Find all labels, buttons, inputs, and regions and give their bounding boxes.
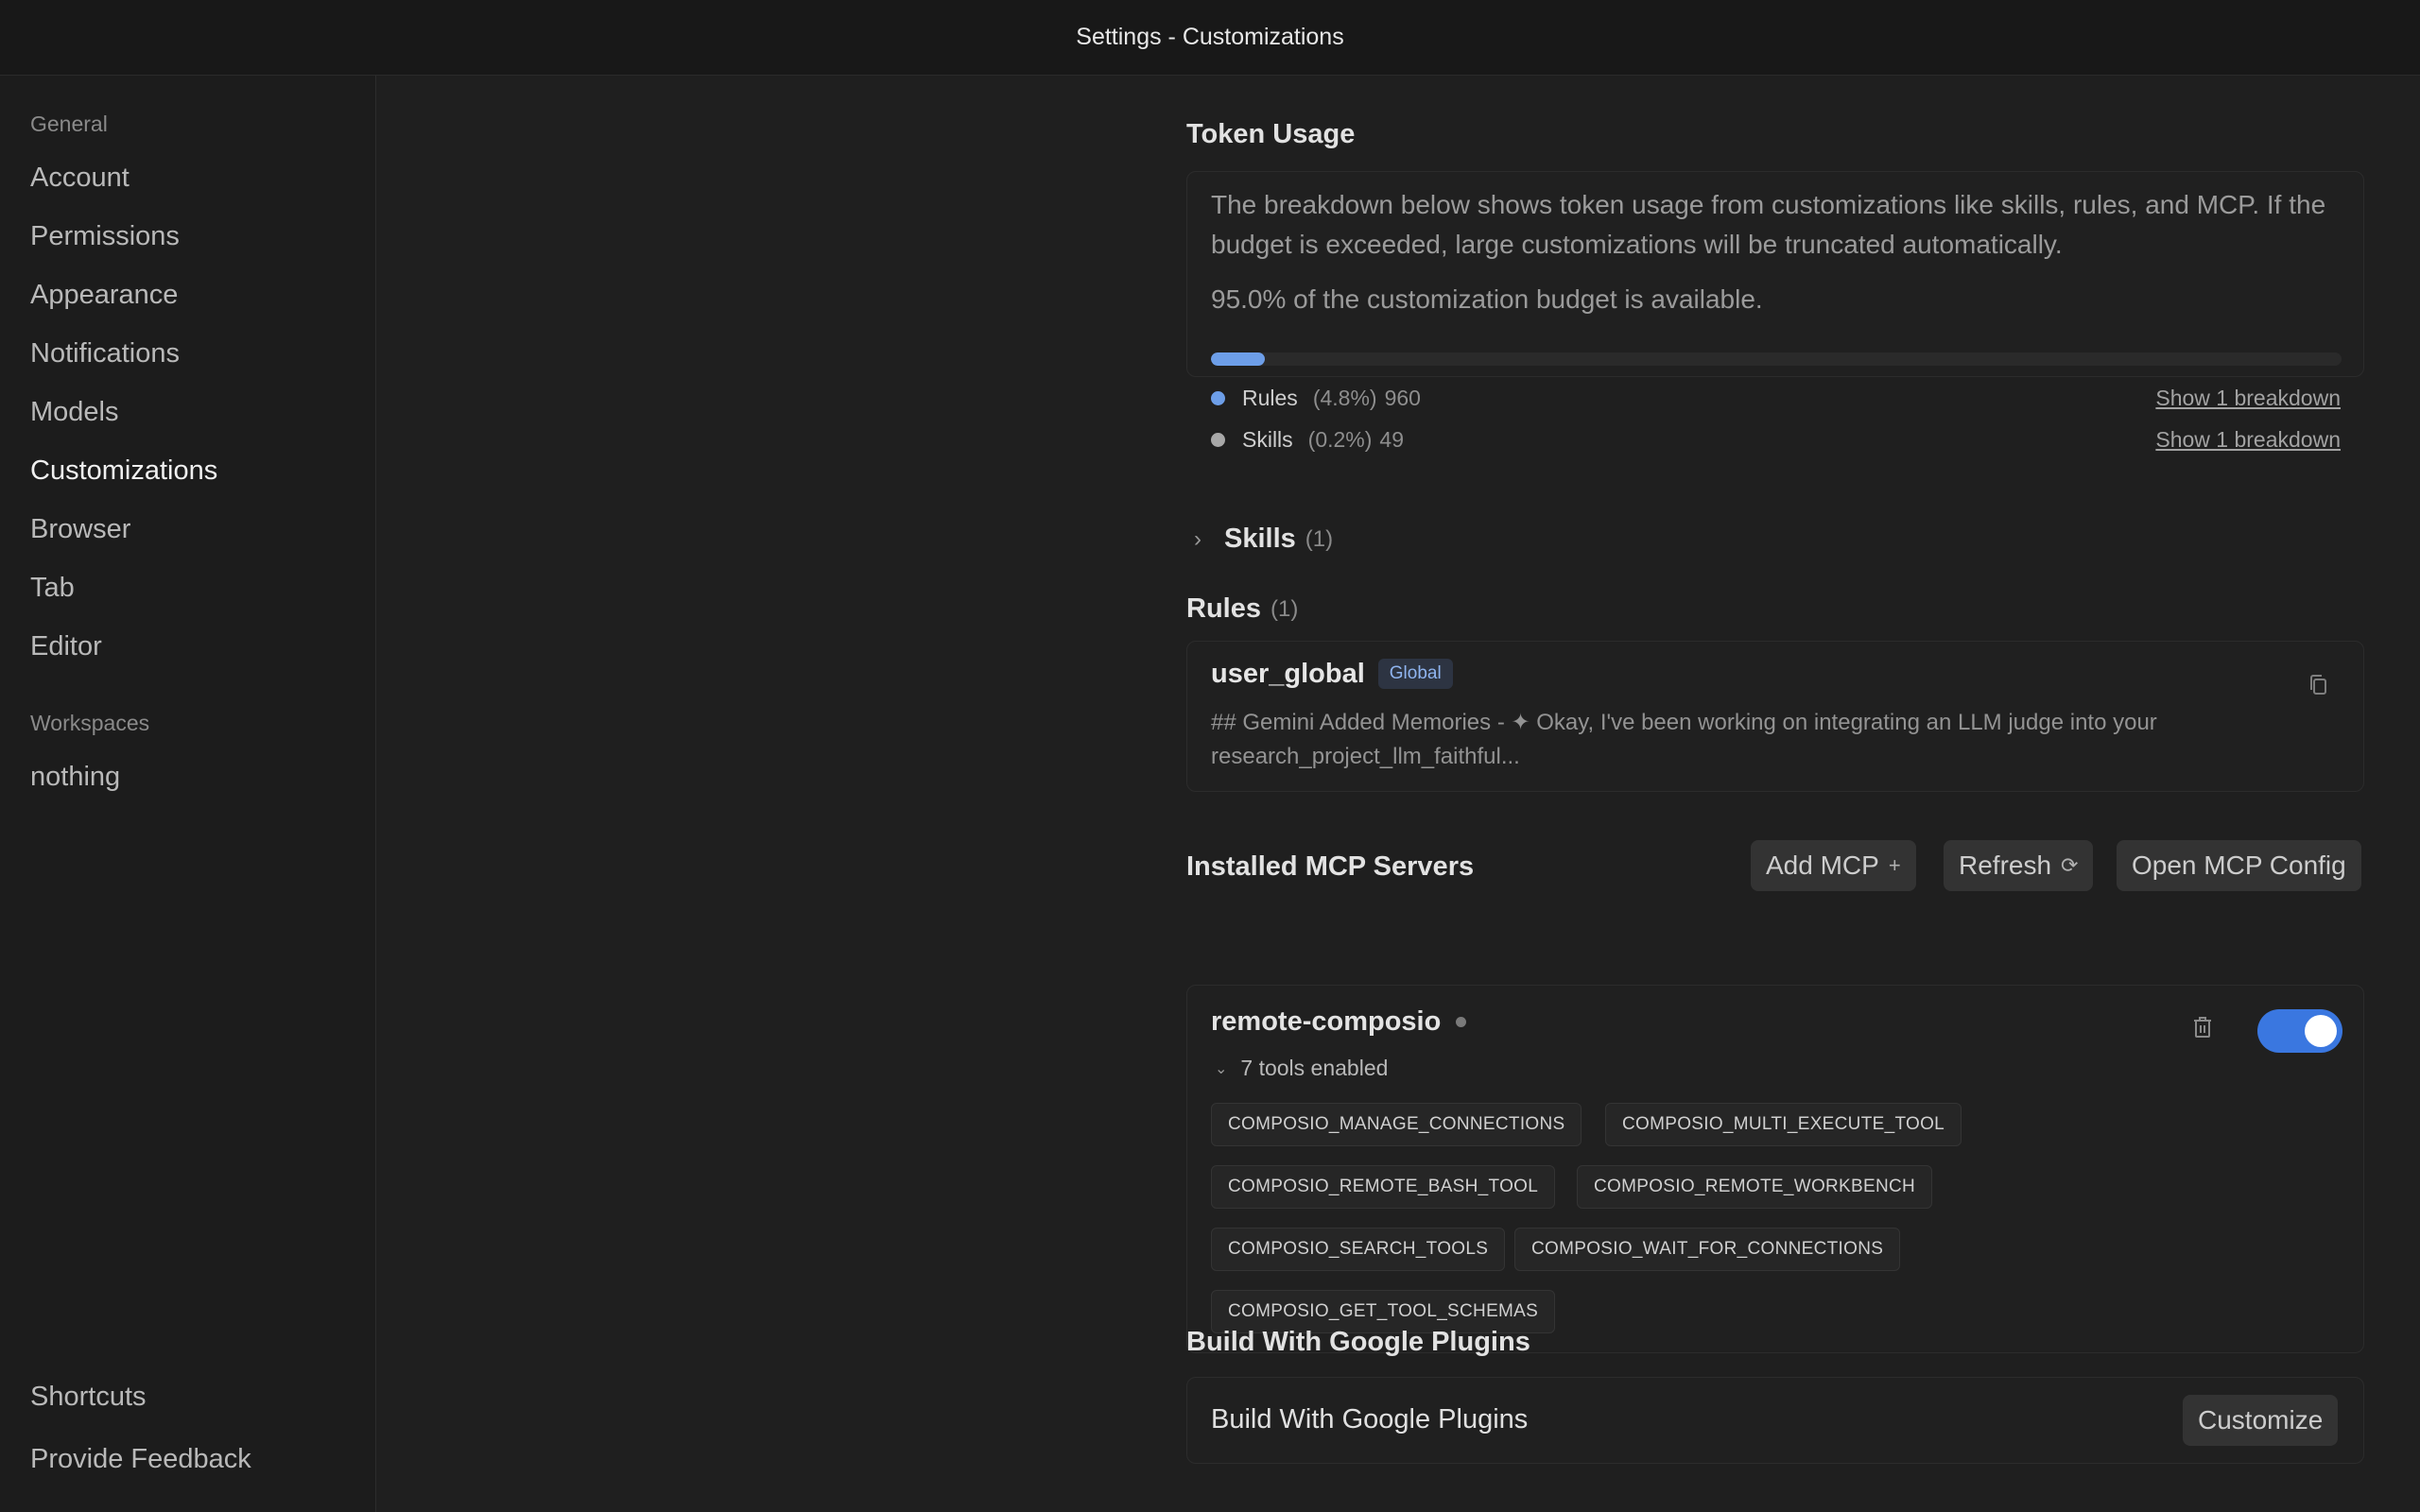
rule-name: user_global [1211, 659, 1365, 689]
mcp-server-enable-toggle[interactable] [2257, 1009, 2342, 1053]
window-titlebar: Settings - Customizations [0, 0, 2420, 76]
plus-icon: + [1888, 853, 1901, 877]
rule-scope-badge: Global [1377, 659, 1453, 689]
mcp-server-name: remote-composio [1211, 1006, 1442, 1037]
tool-chip: COMPOSIO_REMOTE_WORKBENCH [1577, 1165, 1933, 1209]
chevron-down-icon: ⌄ [1215, 1060, 1228, 1077]
plugins-card: Build With Google Plugins Customize [1186, 1377, 2364, 1464]
refresh-label: Refresh [1959, 850, 2052, 880]
tool-chip: COMPOSIO_REMOTE_BASH_TOOL [1211, 1165, 1556, 1209]
sidebar-item-shortcuts[interactable]: Shortcuts [30, 1382, 147, 1413]
toggle-knob [2305, 1015, 2337, 1047]
token-budget-fill-rules [1211, 352, 1266, 366]
chevron-right-icon: › [1194, 525, 1201, 552]
sidebar-item-browser[interactable]: Browser [30, 514, 130, 545]
token-row-name: Skills [1242, 427, 1293, 452]
mcp-section-title: Installed MCP Servers [1186, 851, 1475, 882]
rule-name-row: user_global Global [1211, 659, 1453, 690]
token-row-percent: (0.2%) [1307, 427, 1373, 452]
token-row-name: Rules [1242, 386, 1298, 410]
sidebar-item-provide-feedback[interactable]: Provide Feedback [30, 1444, 251, 1475]
sidebar-item-customizations[interactable]: Customizations [30, 455, 217, 487]
settings-sidebar: General Account Permissions Appearance N… [0, 76, 376, 1512]
skills-show-breakdown-link[interactable]: Show 1 breakdown [2155, 427, 2341, 453]
mcp-server-name-row: remote-composio [1211, 1006, 1467, 1038]
sidebar-item-appearance[interactable]: Appearance [30, 280, 178, 311]
plugins-section-title: Build With Google Plugins [1186, 1327, 1530, 1357]
skills-section-toggle[interactable]: › Skills (1) [1186, 524, 1333, 555]
open-mcp-config-button[interactable]: Open MCP Config [2117, 840, 2361, 891]
customize-button[interactable]: Customize [2183, 1395, 2339, 1446]
rule-card-user-global[interactable]: user_global Global ## Gemini Added Memori… [1186, 641, 2364, 792]
add-mcp-label: Add MCP [1766, 850, 1879, 880]
customize-label: Customize [2198, 1405, 2324, 1435]
token-row-count: 49 [1379, 427, 1405, 452]
token-row-rules: Rules (4.8%) 960 [1211, 386, 1421, 411]
trash-icon[interactable] [2192, 1016, 2213, 1043]
token-budget-bar [1211, 352, 2342, 366]
tool-chip: COMPOSIO_MULTI_EXECUTE_TOOL [1605, 1103, 1962, 1146]
refresh-icon: ⟳ [2061, 853, 2079, 877]
rules-color-dot [1211, 391, 1225, 405]
token-budget-text: 95.0% of the customization budget is ava… [1211, 284, 1763, 314]
skills-title: Skills [1224, 524, 1296, 554]
refresh-mcp-button[interactable]: Refresh ⟳ [1944, 840, 2094, 891]
skills-color-dot [1211, 433, 1225, 447]
sidebar-item-editor[interactable]: Editor [30, 631, 102, 662]
tool-chip: COMPOSIO_WAIT_FOR_CONNECTIONS [1514, 1228, 1901, 1271]
plugins-row-label: Build With Google Plugins [1211, 1404, 1529, 1435]
sidebar-item-workspace-nothing[interactable]: nothing [30, 762, 120, 793]
token-usage-description: The breakdown below shows token usage fr… [1211, 190, 2326, 259]
tools-enabled-label: 7 tools enabled [1240, 1056, 1389, 1080]
window-title: Settings - Customizations [1076, 24, 1344, 50]
mcp-server-card: remote-composio ⌄ 7 tools enabled COMPOS… [1186, 985, 2364, 1353]
sidebar-item-models[interactable]: Models [30, 397, 119, 428]
sidebar-item-account[interactable]: Account [30, 163, 130, 194]
sidebar-section-general: General [30, 112, 108, 136]
sidebar-item-permissions[interactable]: Permissions [30, 221, 180, 252]
rules-show-breakdown-link[interactable]: Show 1 breakdown [2155, 386, 2341, 411]
token-row-skills: Skills (0.2%) 49 [1211, 427, 1404, 453]
open-mcp-config-label: Open MCP Config [2132, 850, 2346, 880]
status-dot-icon [1456, 1017, 1467, 1027]
sidebar-section-workspaces: Workspaces [30, 711, 150, 735]
sidebar-item-tab[interactable]: Tab [30, 573, 75, 604]
token-usage-card: The breakdown below shows token usage fr… [1186, 171, 2364, 452]
settings-main: Token Usage The breakdown below shows to… [377, 76, 2420, 1512]
add-mcp-button[interactable]: Add MCP + [1751, 840, 1916, 891]
skills-count: (1) [1305, 525, 1334, 552]
rules-title: Rules [1186, 593, 1261, 624]
sidebar-item-notifications[interactable]: Notifications [30, 338, 180, 369]
token-row-percent: (4.8%) [1312, 386, 1377, 410]
token-row-count: 960 [1384, 386, 1421, 410]
copy-icon[interactable] [2308, 674, 2329, 701]
tools-enabled-toggle[interactable]: ⌄ 7 tools enabled [1211, 1056, 1388, 1081]
rules-count: (1) [1270, 595, 1299, 622]
token-usage-title: Token Usage [1186, 119, 1356, 149]
rule-preview: ## Gemini Added Memories - ✦ Okay, I've … [1211, 710, 2157, 769]
rules-section-header: Rules (1) [1186, 593, 1298, 625]
tool-chip: COMPOSIO_SEARCH_TOOLS [1211, 1228, 1506, 1271]
tool-chip: COMPOSIO_MANAGE_CONNECTIONS [1211, 1103, 1582, 1146]
